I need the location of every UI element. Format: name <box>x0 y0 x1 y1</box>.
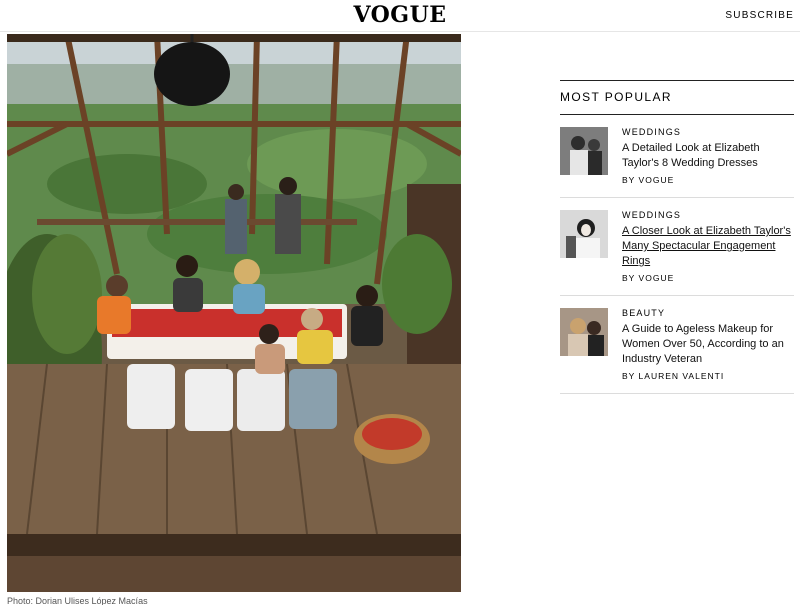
article-byline: BY VOGUE <box>622 273 675 283</box>
most-popular-item[interactable]: WEDDINGS A Detailed Look at Elizabeth Ta… <box>560 115 794 198</box>
most-popular-item[interactable]: WEDDINGS A Closer Look at Elizabeth Tayl… <box>560 198 794 296</box>
vogue-logo[interactable]: VOGUE <box>0 2 800 28</box>
photo-caption: Photo: Dorian Ulises López Macías <box>7 596 148 605</box>
article-title-link[interactable]: A Guide to Ageless Makeup for Women Over… <box>622 322 794 367</box>
article-category[interactable]: WEDDINGS <box>622 127 794 137</box>
most-popular-item[interactable]: BEAUTY A Guide to Ageless Makeup for Wom… <box>560 296 794 394</box>
article-category[interactable]: WEDDINGS <box>622 210 794 220</box>
article-hero-photo <box>7 34 461 592</box>
article-title-link[interactable]: A Closer Look at Elizabeth Taylor's Many… <box>622 224 794 269</box>
article-category[interactable]: BEAUTY <box>622 308 794 318</box>
top-navigation-bar: VOGUE SUBSCRIBE <box>0 0 800 32</box>
article-title-link[interactable]: A Detailed Look at Elizabeth Taylor's 8 … <box>622 141 794 171</box>
article-thumbnail[interactable] <box>560 210 608 258</box>
most-popular-section: MOST POPULAR WEDDINGS A Detailed Look at… <box>560 80 794 394</box>
article-byline: BY VOGUE <box>622 175 675 185</box>
most-popular-heading: MOST POPULAR <box>560 90 672 104</box>
article-thumbnail[interactable] <box>560 308 608 356</box>
subscribe-link[interactable]: SUBSCRIBE <box>725 10 794 21</box>
article-thumbnail[interactable] <box>560 127 608 175</box>
article-byline: BY LAUREN VALENTI <box>622 371 725 381</box>
